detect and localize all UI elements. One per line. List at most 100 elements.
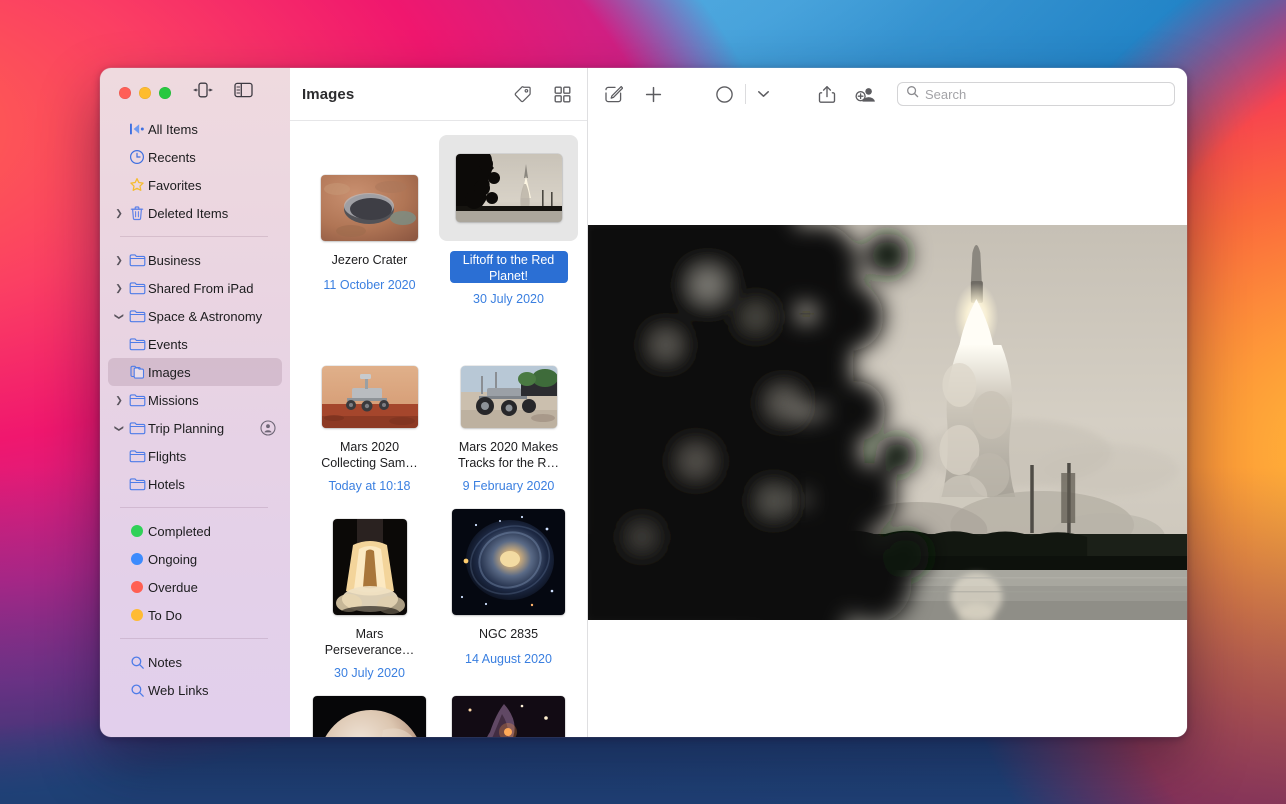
tag-icon[interactable] [513,85,532,104]
thumbnail-container [300,696,439,737]
sidebar-item-deleted-items[interactable]: ❯ Deleted Items [108,199,282,227]
item-date: Today at 10:18 [328,479,410,493]
add-icon[interactable] [644,85,663,104]
chevron-down-icon[interactable]: ❯ [115,421,124,435]
sidebar-divider-2 [120,507,268,508]
sidebar-item-label: Flights [148,449,186,464]
thumbnail-container [300,135,439,241]
tag-dot-icon [126,609,148,621]
chevron-down-icon[interactable] [757,89,770,99]
search-icon [126,655,148,670]
add-collaborator-icon[interactable] [855,85,877,104]
sidebar-item-recents[interactable]: Recents [108,143,282,171]
search-icon [906,85,919,103]
all-items-icon [126,122,148,136]
close-button[interactable] [119,87,131,99]
sidebar-tag-overdue[interactable]: Overdue [108,573,282,601]
item-date: 9 February 2020 [463,479,555,493]
minimize-button[interactable] [139,87,151,99]
item-date: 30 July 2020 [334,666,405,680]
chevron-right-icon[interactable]: ❯ [112,396,126,405]
chevron-right-icon[interactable]: ❯ [112,284,126,293]
item-grid[interactable]: Jezero Crater 11 October 2020 [290,121,587,737]
clock-icon [126,149,148,165]
folder-icon [126,477,148,491]
sidebar-item-label: Shared From iPad [148,281,254,296]
liftoff-rocket-large-image [588,225,1187,620]
grid-view-icon[interactable] [554,86,571,103]
mars-rover-surface-thumbnail [322,366,418,428]
preview-area[interactable] [588,121,1187,737]
sidebar-item-business[interactable]: ❯ Business [108,246,282,274]
tag-dot-icon [126,525,148,537]
thumbnail-container [300,322,439,428]
item-card[interactable] [300,696,439,737]
chevron-right-icon[interactable]: ❯ [112,256,126,265]
desktop-wallpaper: All Items Recents [0,0,1286,804]
item-date: 30 July 2020 [473,292,544,306]
item-card[interactable]: NGC 2835 14 August 2020 [439,509,578,696]
folder-icon [126,253,148,267]
item-title: Mars 2020 Collecting Sam… [311,438,429,470]
compose-icon[interactable] [604,85,623,104]
thumbnail-container [439,696,578,737]
sidebar-item-shared-from-ipad[interactable]: ❯ Shared From iPad [108,274,282,302]
sidebar-tag-to-do[interactable]: To Do [108,601,282,629]
sidebar-item-trip-planning[interactable]: ❯ Trip Planning [108,414,282,442]
sidebar-item-events[interactable]: Events [108,330,282,358]
item-card[interactable]: Mars Perseverance… 30 July 2020 [300,509,439,696]
sidebar-item-space-and-astronomy[interactable]: ❯ Space & Astronomy [108,302,282,330]
item-date: 14 August 2020 [465,652,552,666]
sidebar-item-label: Notes [148,655,182,670]
mark-circle-icon[interactable] [715,85,734,104]
window-traffic-lights [119,87,171,99]
sidebar-item-label: Recents [148,150,196,165]
sidebar-item-label: Ongoing [148,552,197,567]
search-input[interactable] [925,87,1166,102]
sidebar-item-flights[interactable]: Flights [108,442,282,470]
item-title: Jezero Crater [311,251,429,269]
share-icon[interactable] [818,85,836,104]
images-stack-icon [126,365,148,380]
folder-icon [126,421,148,435]
sidebar-item-label: Hotels [148,477,185,492]
sidebar-tag-ongoing[interactable]: Ongoing [108,545,282,573]
search-field[interactable] [897,82,1175,106]
thumbnail-container [439,322,578,428]
item-card[interactable]: Mars 2020 Makes Tracks for the R… 9 Febr… [439,322,578,509]
item-date: 11 October 2020 [323,278,415,292]
liftoff-rocket-thumbnail [456,154,562,222]
star-icon [126,177,148,193]
search-icon [126,683,148,698]
sidebar-item-all-items[interactable]: All Items [108,115,282,143]
notes-app-window: All Items Recents [100,68,1187,737]
item-title: Mars Perseverance… [311,625,429,657]
sidebar-toggle-icon[interactable] [234,82,253,98]
sidebar-item-missions[interactable]: ❯ Missions [108,386,282,414]
chevron-down-icon[interactable]: ❯ [115,309,124,323]
item-list-header: Images [290,68,587,121]
item-card[interactable]: Mars 2020 Collecting Sam… Today at 10:18 [300,322,439,509]
sidebar-search-notes[interactable]: Notes [108,648,282,676]
item-list-column: Images [290,68,588,737]
toolbar-divider [745,84,746,104]
folder-icon [126,393,148,407]
sidebar-item-label: Missions [148,393,199,408]
compact-view-icon[interactable] [192,82,214,98]
sidebar-tag-completed[interactable]: Completed [108,517,282,545]
item-title: NGC 2835 [450,625,568,643]
sidebar-item-hotels[interactable]: Hotels [108,470,282,498]
item-card-selected[interactable]: Liftoff to the Red Planet! 30 July 2020 [439,135,578,322]
folder-icon [126,309,148,323]
sidebar-search-web-links[interactable]: Web Links [108,676,282,704]
thumbnail-container [300,509,439,615]
thumbnail-container [439,509,578,615]
item-card[interactable]: Jezero Crater 11 October 2020 [300,135,439,322]
item-card[interactable] [439,696,578,737]
chevron-right-icon[interactable]: ❯ [112,209,126,218]
folder-icon [126,449,148,463]
tag-dot-icon [126,581,148,593]
sidebar-item-images[interactable]: Images [108,358,282,386]
sidebar-item-favorites[interactable]: Favorites [108,171,282,199]
zoom-button[interactable] [159,87,171,99]
